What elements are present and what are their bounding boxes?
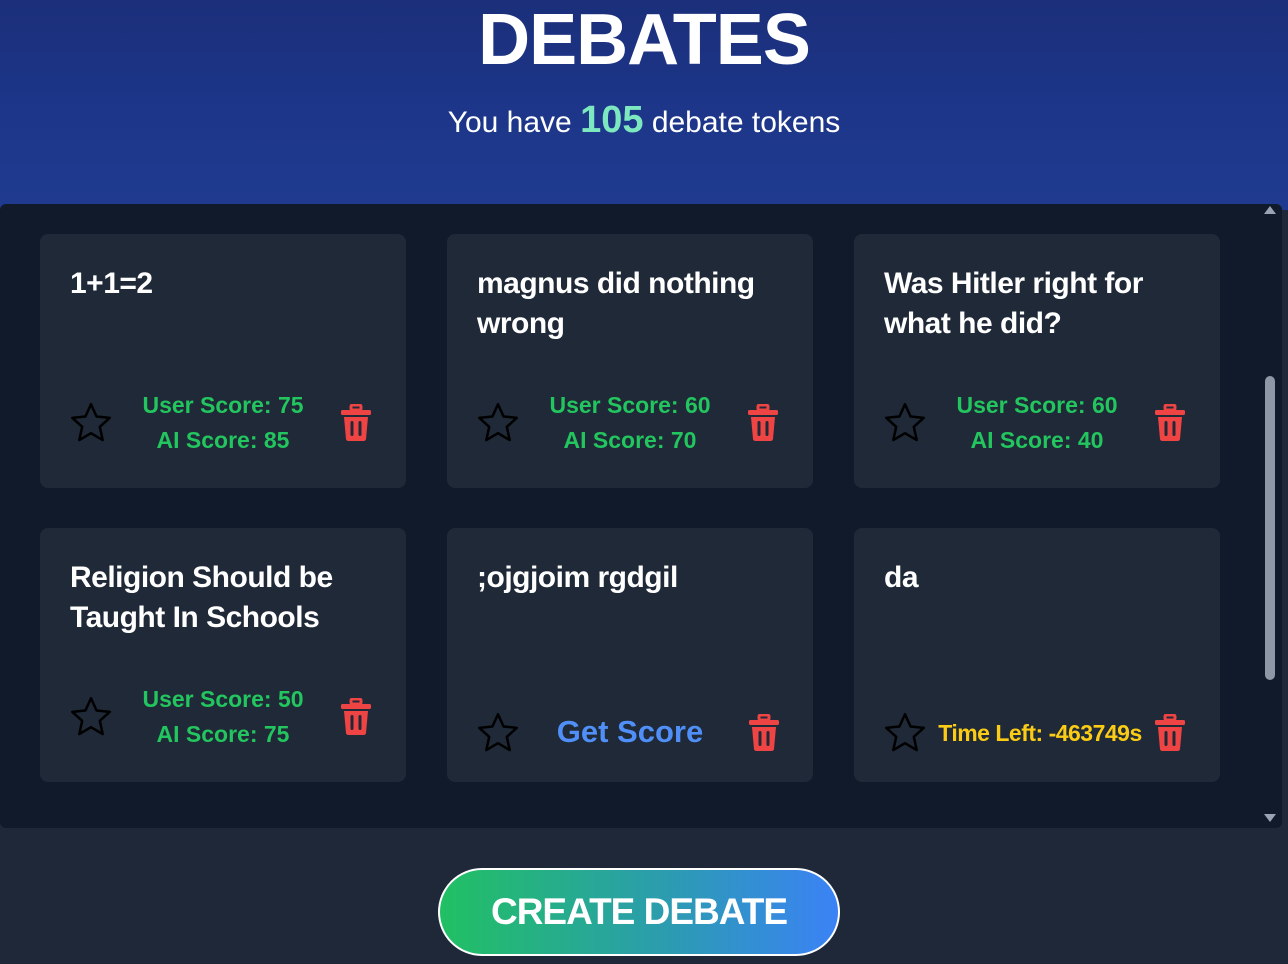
page-title: DEBATES [478, 0, 811, 80]
user-score: User Score: 60 [549, 392, 711, 418]
debate-title: 1+1=2 [70, 267, 153, 300]
tokens-count: 105 [580, 99, 644, 141]
trash-icon[interactable] [747, 404, 779, 442]
ai-score: AI Score: 70 [563, 427, 697, 453]
score-display: User Score: 50 AI Score: 75 [130, 682, 316, 752]
score-display: User Score: 75 AI Score: 85 [130, 388, 316, 458]
trash-icon[interactable] [340, 698, 372, 736]
debate-title: magnus did nothing wrong [477, 267, 755, 340]
star-outline-icon[interactable] [882, 400, 928, 446]
scroll-down-arrow[interactable] [1264, 814, 1276, 822]
get-score-button[interactable]: Get Score [543, 712, 717, 752]
debate-card[interactable]: magnus did nothing wrong User Score: 60 … [447, 234, 813, 488]
debate-title: Was Hitler right for what he did? [884, 267, 1143, 340]
scroll-up-arrow[interactable] [1264, 206, 1276, 214]
user-score: User Score: 60 [956, 392, 1118, 418]
debate-card[interactable]: da Time Left: -463749s [854, 528, 1220, 782]
debate-title: ;ojgjoim rgdgil [477, 561, 678, 594]
ai-score: AI Score: 75 [156, 721, 290, 747]
tokens-suffix: debate tokens [651, 106, 841, 139]
star-outline-icon[interactable] [475, 400, 521, 446]
ai-score: AI Score: 40 [970, 427, 1104, 453]
scrollbar-thumb[interactable] [1265, 376, 1275, 680]
star-outline-icon[interactable] [882, 710, 928, 756]
trash-icon[interactable] [748, 714, 780, 752]
debate-card[interactable]: Religion Should be Taught In Schools Use… [40, 528, 406, 782]
ai-score: AI Score: 85 [156, 427, 290, 453]
star-outline-icon[interactable] [68, 400, 114, 446]
debate-title: Religion Should be Taught In Schools [70, 561, 333, 634]
time-left-text: Time Left: -463749s [938, 720, 1142, 746]
score-display: User Score: 60 AI Score: 70 [537, 388, 723, 458]
debate-card[interactable]: Was Hitler right for what he did? User S… [854, 234, 1220, 488]
trash-icon[interactable] [1154, 714, 1186, 752]
debate-title: da [884, 561, 919, 594]
user-score: User Score: 75 [142, 392, 304, 418]
star-outline-icon[interactable] [475, 710, 521, 756]
create-debate-button[interactable]: CREATE DEBATE [438, 868, 840, 956]
debate-card[interactable]: ;ojgjoim rgdgil Get Score [447, 528, 813, 782]
tokens-prefix: You have [447, 106, 572, 139]
trash-icon[interactable] [340, 404, 372, 442]
token-balance: You have 105 debate tokens [0, 98, 1288, 145]
score-display: User Score: 60 AI Score: 40 [944, 388, 1130, 458]
user-score: User Score: 50 [142, 686, 304, 712]
trash-icon[interactable] [1154, 404, 1186, 442]
debate-card[interactable]: 1+1=2 User Score: 75 AI Score: 85 [40, 234, 406, 488]
star-outline-icon[interactable] [68, 694, 114, 740]
